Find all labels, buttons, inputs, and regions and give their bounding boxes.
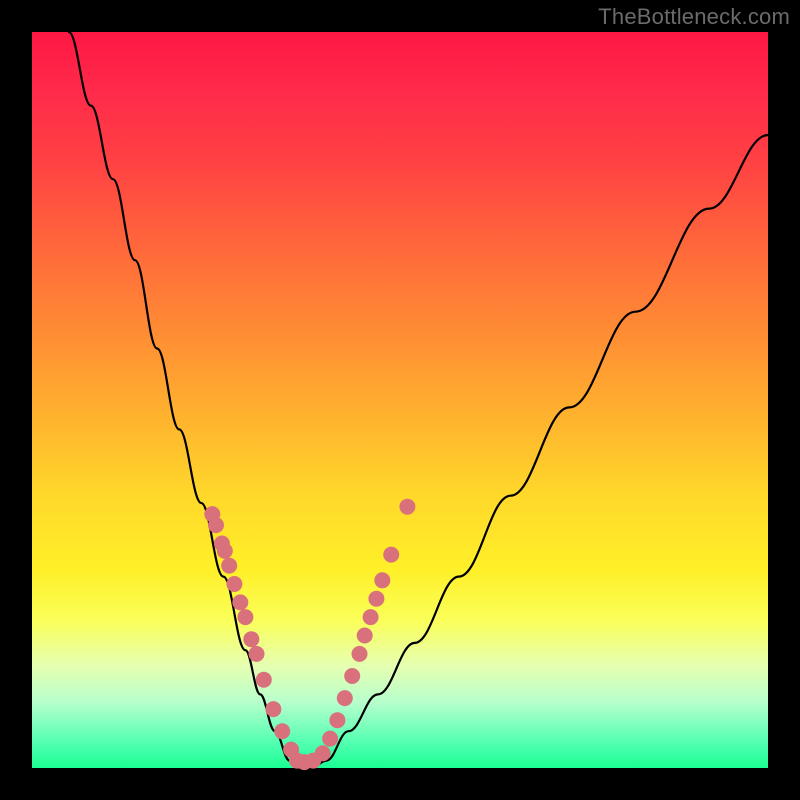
- sample-points-group: [204, 499, 415, 770]
- sample-point: [217, 543, 233, 559]
- bottleneck-curve-path: [69, 32, 768, 768]
- curve-group: [69, 32, 768, 768]
- sample-point: [226, 576, 242, 592]
- sample-point: [249, 646, 265, 662]
- sample-point: [256, 672, 272, 688]
- sample-point: [383, 547, 399, 563]
- sample-point: [221, 558, 237, 574]
- sample-point: [265, 701, 281, 717]
- sample-point: [315, 745, 331, 761]
- sample-point: [237, 609, 253, 625]
- sample-point: [352, 646, 368, 662]
- sample-point: [243, 631, 259, 647]
- sample-point: [368, 591, 384, 607]
- sample-point: [329, 712, 345, 728]
- sample-point: [374, 572, 390, 588]
- plot-area: [32, 32, 768, 768]
- sample-point: [363, 609, 379, 625]
- chart-frame: TheBottleneck.com: [0, 0, 800, 800]
- watermark-text: TheBottleneck.com: [598, 4, 790, 30]
- curve-svg: [32, 32, 768, 768]
- sample-point: [208, 517, 224, 533]
- sample-point: [232, 594, 248, 610]
- sample-point: [322, 731, 338, 747]
- sample-point: [344, 668, 360, 684]
- sample-point: [274, 723, 290, 739]
- sample-point: [357, 628, 373, 644]
- sample-point: [337, 690, 353, 706]
- sample-point: [399, 499, 415, 515]
